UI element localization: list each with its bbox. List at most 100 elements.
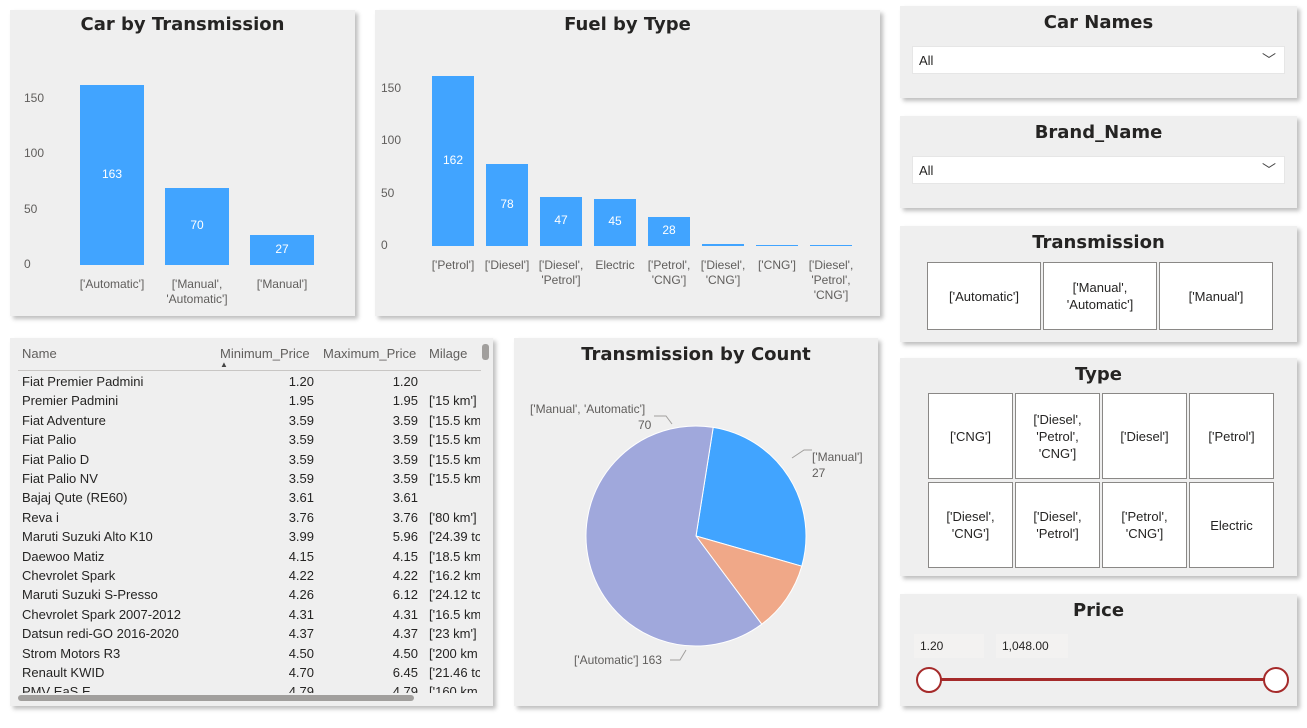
cell-name: Premier Padmini bbox=[22, 393, 119, 409]
cell-milage: ['24.12 tc bbox=[429, 587, 480, 603]
table-row[interactable]: Premier Padmini 1.95 1.95 ['15 km'] bbox=[22, 393, 480, 413]
cell-name: Daewoo Matiz bbox=[22, 548, 105, 564]
pie-chart bbox=[585, 415, 812, 661]
tile-line: Electric bbox=[1210, 517, 1253, 533]
slicer-tile[interactable]: ['Manual', 'Automatic'] bbox=[1043, 262, 1157, 330]
horizontal-scrollbar[interactable] bbox=[18, 695, 414, 701]
col-header-name[interactable]: Name bbox=[22, 346, 57, 361]
table-row[interactable]: Maruti Suzuki Alto K10 3.99 5.96 ['24.39 tc bbox=[22, 529, 480, 549]
table-row[interactable]: PMV EaS E 4.79 4.79 ['160 km bbox=[22, 684, 480, 693]
slicer-tile[interactable]: Electric bbox=[1189, 482, 1274, 568]
bar-value-label: 45 bbox=[608, 214, 622, 229]
tile-line: ['Automatic'] bbox=[949, 288, 1019, 304]
cell-min-price: 3.76 bbox=[288, 509, 314, 525]
bar-chart-transmission: 0 50 100 150 163 ['Automatic'] 70 ['Manual', 'Au… bbox=[10, 10, 355, 316]
vertical-scrollbar[interactable] bbox=[482, 344, 489, 360]
cell-max-price: 3.59 bbox=[392, 412, 418, 428]
x-category-label: ['Petrol'] bbox=[426, 258, 480, 273]
table-row[interactable]: Fiat Palio NV 3.59 3.59 ['15.5 km bbox=[22, 471, 480, 491]
cell-milage: ['160 km bbox=[429, 684, 478, 693]
table-row[interactable]: Reva i 3.76 3.76 ['80 km'] bbox=[22, 510, 480, 530]
cell-name: Bajaj Qute (RE60) bbox=[22, 490, 128, 506]
price-slicer: Price 1.20 1,048.00 bbox=[900, 594, 1297, 706]
price-max-input[interactable]: 1,048.00 bbox=[996, 634, 1068, 658]
category-line: 'CNG'] bbox=[813, 288, 849, 302]
cell-min-price: 4.31 bbox=[288, 606, 314, 622]
category-line: ['Petrol', bbox=[647, 258, 691, 272]
table-row[interactable]: Bajaj Qute (RE60) 3.61 3.61 bbox=[22, 490, 480, 510]
cell-milage: ['15.5 km bbox=[429, 432, 480, 448]
table-row[interactable]: Strom Motors R3 4.50 4.50 ['200 km bbox=[22, 646, 480, 666]
table-row[interactable]: Fiat Palio D 3.59 3.59 ['15.5 km bbox=[22, 452, 480, 472]
category-line: ['Diesel'] bbox=[484, 258, 530, 272]
table-row[interactable]: Fiat Adventure 3.59 3.59 ['15.5 km bbox=[22, 413, 480, 433]
table-row[interactable]: Datsun redi-GO 2016-2020 4.37 4.37 ['23 km'… bbox=[22, 626, 480, 646]
tile-label: ['Diesel', 'CNG'] bbox=[946, 508, 994, 542]
bar[interactable] bbox=[702, 243, 744, 246]
car-by-transmission-card: Car by Transmission 0 50 100 150 163 ['Automa… bbox=[10, 10, 355, 316]
slicer-tile[interactable]: ['Petrol'] bbox=[1189, 393, 1274, 479]
y-tick-label: 150 bbox=[381, 80, 402, 95]
cell-max-price: 3.76 bbox=[392, 509, 418, 525]
pie-label-automatic: ['Automatic'] 163 bbox=[574, 653, 662, 667]
x-category-label: ['Manual', 'Automatic'] bbox=[153, 277, 241, 307]
slicer-tile[interactable]: ['Diesel'] bbox=[1102, 393, 1187, 479]
table-row[interactable]: Fiat Palio 3.59 3.59 ['15.5 km bbox=[22, 432, 480, 452]
cell-name: Maruti Suzuki Alto K10 bbox=[22, 529, 153, 545]
col-header-milage[interactable]: Milage bbox=[429, 346, 467, 361]
slicer-title: Type bbox=[1075, 364, 1122, 385]
tile-line: ['Diesel', bbox=[946, 509, 995, 524]
slicer-tile[interactable]: ['Automatic'] bbox=[927, 262, 1041, 330]
category-line: ['Diesel', bbox=[700, 258, 746, 272]
slicer-tile[interactable]: ['Diesel', 'Petrol', 'CNG'] bbox=[1015, 393, 1100, 479]
cell-min-price: 4.70 bbox=[288, 665, 314, 680]
slicer-tile[interactable]: ['CNG'] bbox=[928, 393, 1013, 479]
price-slider-max-handle[interactable] bbox=[1263, 667, 1289, 693]
y-tick-label: 50 bbox=[381, 185, 395, 200]
category-line: ['Manual'] bbox=[256, 277, 308, 291]
price-slider-track[interactable] bbox=[930, 678, 1276, 681]
table-row[interactable]: Fiat Premier Padmini 1.20 1.20 bbox=[22, 374, 480, 394]
pie-label-manual: ['Manual'] bbox=[812, 450, 863, 464]
bar[interactable] bbox=[810, 244, 852, 246]
tile-label: ['Diesel'] bbox=[1120, 428, 1168, 445]
car-names-dropdown[interactable]: All ﹀ bbox=[912, 46, 1285, 74]
slicer-title: Transmission bbox=[1032, 232, 1165, 253]
cell-milage: ['21.46 tc bbox=[429, 665, 480, 680]
chevron-down-icon: ﹀ bbox=[1262, 162, 1276, 178]
slicer-tile[interactable]: ['Petrol', 'CNG'] bbox=[1102, 482, 1187, 568]
x-category-label: ['Manual'] bbox=[238, 277, 326, 292]
cell-name: Renault KWID bbox=[22, 665, 105, 680]
table-row[interactable]: Maruti Suzuki S-Presso 4.26 6.12 ['24.12 tc bbox=[22, 587, 480, 607]
tile-line: 'Petrol'] bbox=[1036, 526, 1079, 541]
cell-max-price: 4.31 bbox=[392, 606, 418, 622]
car-names-slicer: Car Names All ﹀ bbox=[900, 6, 1297, 98]
cell-max-price: 4.37 bbox=[392, 626, 418, 642]
x-category-label: ['Diesel', 'CNG'] bbox=[696, 258, 750, 288]
table-row[interactable]: Chevrolet Spark 4.22 4.22 ['16.2 km bbox=[22, 568, 480, 588]
bar-value-label: 28 bbox=[662, 223, 676, 238]
brand-name-dropdown[interactable]: All ﹀ bbox=[912, 156, 1285, 184]
transmission-slicer: Transmission ['Automatic'] ['Manual', 'Aut… bbox=[900, 226, 1297, 342]
transmission-by-count-card: Transmission by Count ['Manual', 'Automa… bbox=[514, 338, 878, 706]
cell-name: Fiat Palio D bbox=[22, 451, 90, 467]
cell-min-price: 4.37 bbox=[288, 626, 314, 642]
col-header-min-price[interactable]: Minimum_Price bbox=[220, 346, 310, 361]
price-slider-min-handle[interactable] bbox=[916, 667, 942, 693]
table-row[interactable]: Renault KWID 4.70 6.45 ['21.46 tc bbox=[22, 665, 480, 685]
price-min-input[interactable]: 1.20 bbox=[914, 634, 984, 658]
slicer-tile[interactable]: ['Manual'] bbox=[1159, 262, 1273, 330]
cell-name: Datsun redi-GO 2016-2020 bbox=[22, 626, 179, 642]
table-row[interactable]: Daewoo Matiz 4.15 4.15 ['18.5 km bbox=[22, 549, 480, 569]
tile-label: ['Manual'] bbox=[1189, 288, 1244, 305]
bar-value-label: 70 bbox=[190, 218, 204, 233]
bar[interactable] bbox=[756, 244, 798, 246]
slicer-tile[interactable]: ['Diesel', 'CNG'] bbox=[928, 482, 1013, 568]
table-row[interactable]: Chevrolet Spark 2007-2012 4.31 4.31 ['16.5 … bbox=[22, 607, 480, 627]
cell-min-price: 3.59 bbox=[288, 471, 314, 486]
bar-value-label: 78 bbox=[500, 197, 514, 212]
slicer-tile[interactable]: ['Diesel', 'Petrol'] bbox=[1015, 482, 1100, 568]
cell-name: Fiat Palio bbox=[22, 432, 77, 448]
col-header-max-price[interactable]: Maximum_Price bbox=[323, 346, 416, 361]
cell-milage: ['16.5 km bbox=[429, 606, 480, 622]
